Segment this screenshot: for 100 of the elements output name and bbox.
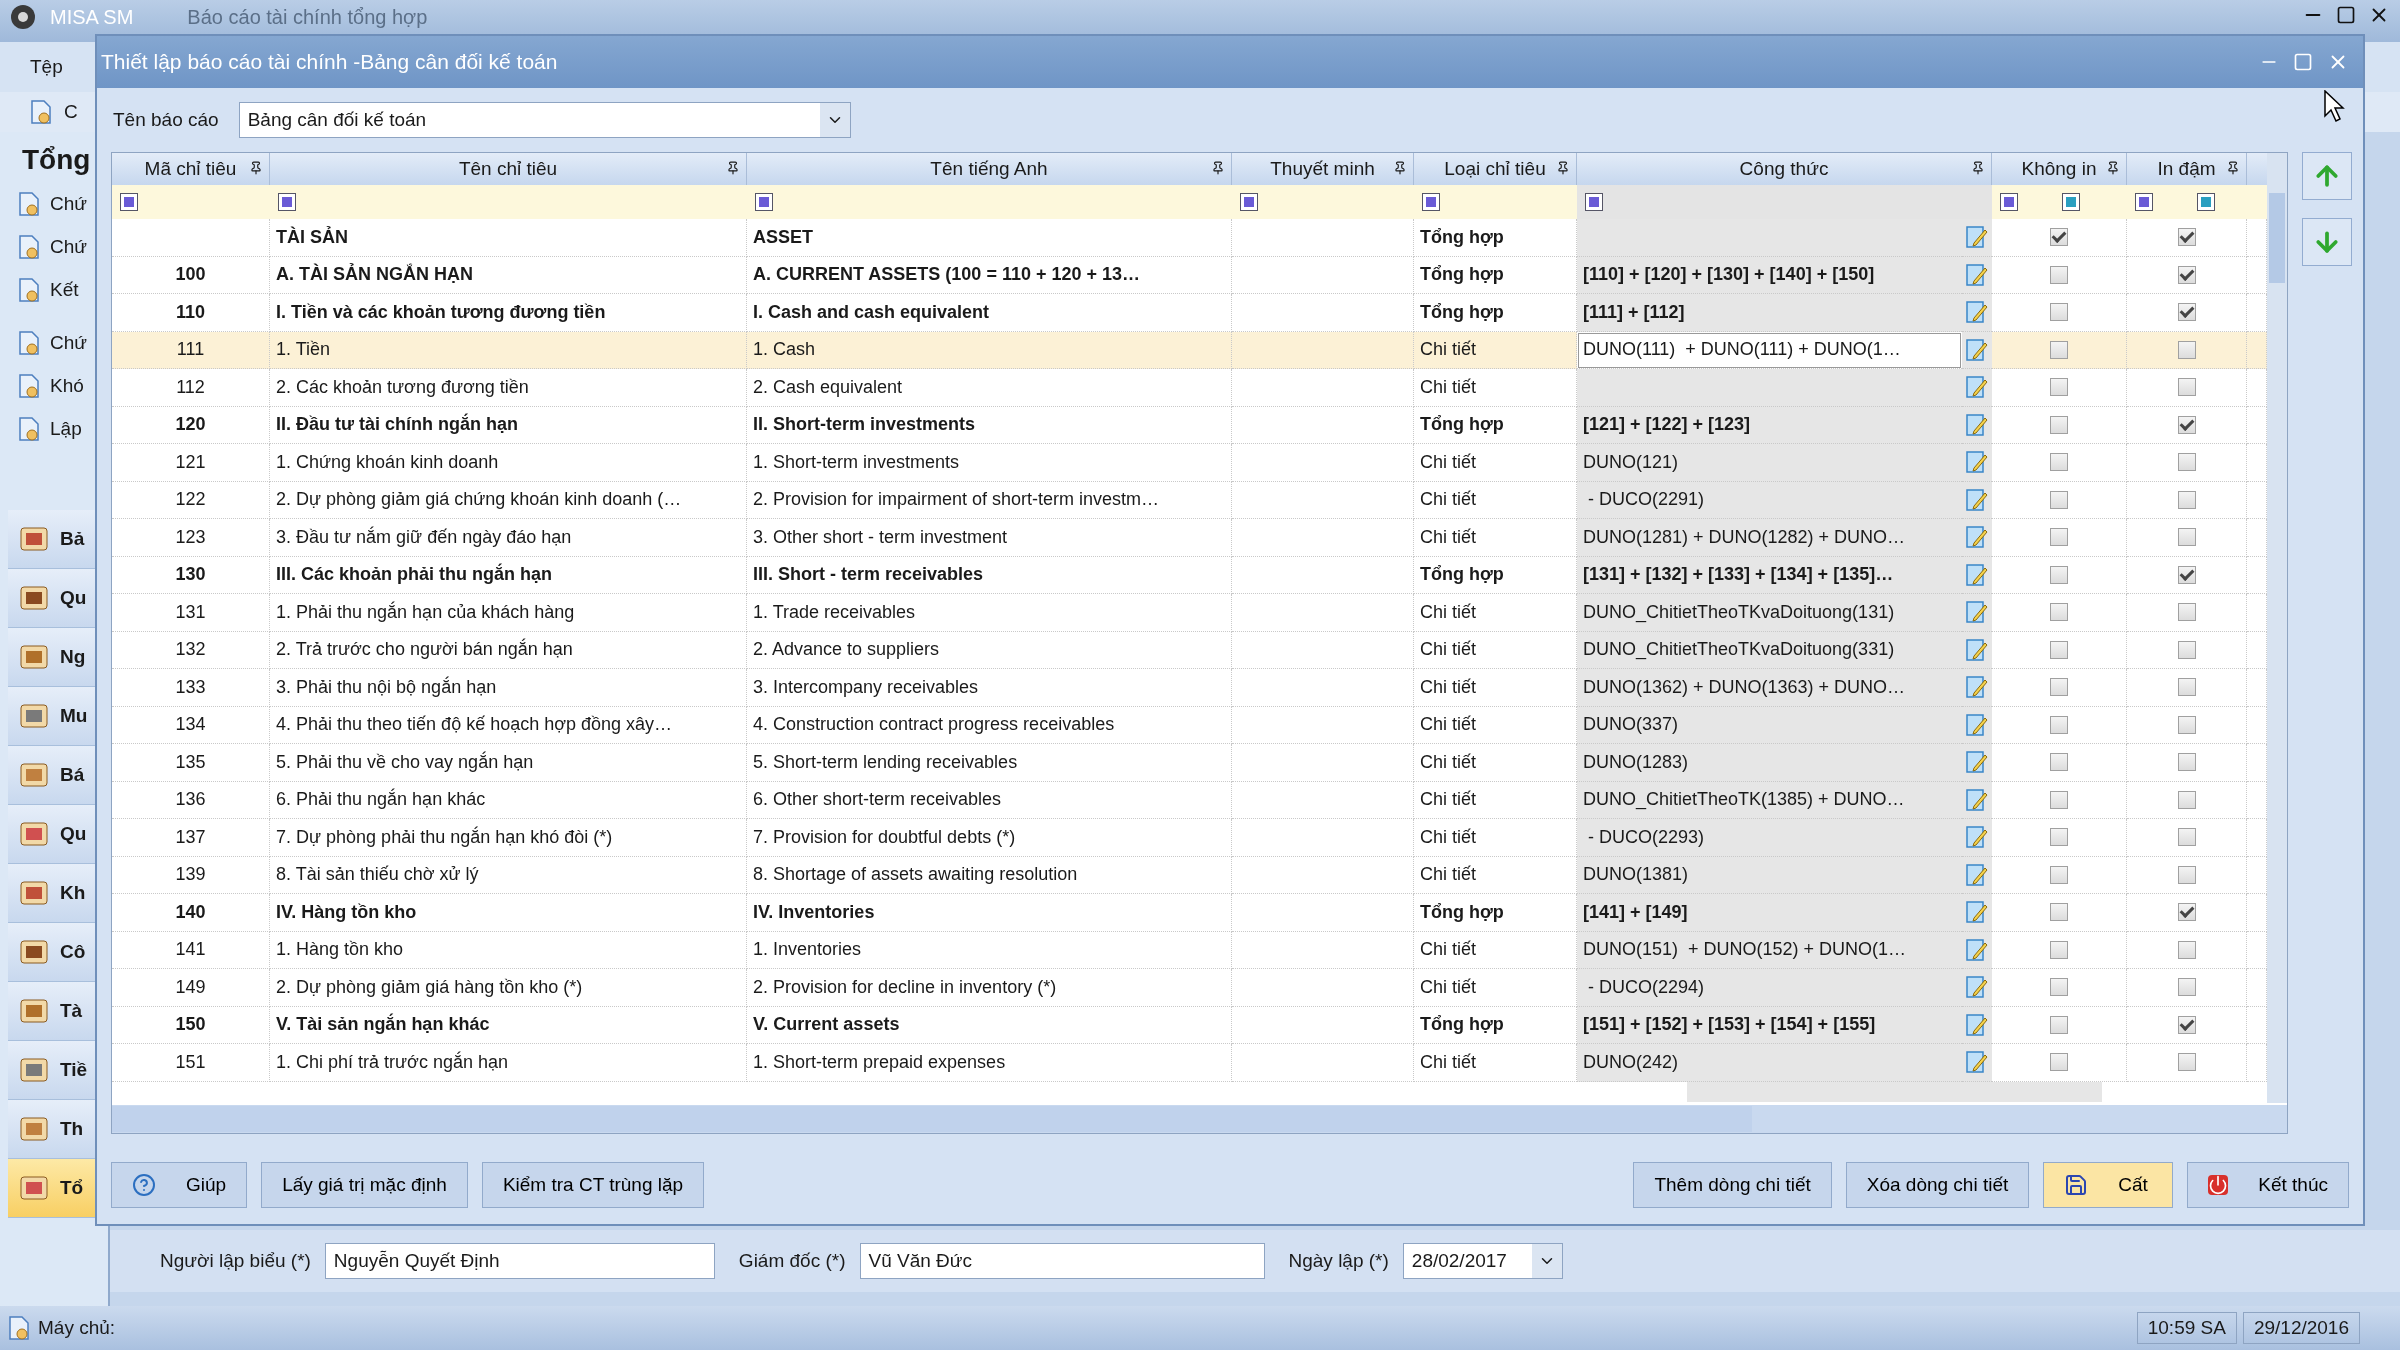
pin-icon[interactable]: [2106, 161, 2120, 175]
filter-icon[interactable]: [2135, 193, 2153, 211]
pin-icon[interactable]: [1971, 161, 1985, 175]
pin-icon[interactable]: [1393, 161, 1407, 175]
edit-icon[interactable]: [1966, 1012, 1988, 1037]
checkbox[interactable]: [2177, 828, 2196, 847]
checkbox[interactable]: [2050, 528, 2068, 547]
report-name-dropdown[interactable]: Bảng cân đối kế toán: [238, 102, 851, 138]
checkbox[interactable]: [2177, 678, 2196, 697]
checkbox[interactable]: [2177, 978, 2196, 997]
formula-cell[interactable]: DUNO_ChitietTheoTKvaDoituong(131): [1577, 594, 1962, 632]
dialog-button[interactable]: Giúp: [111, 1162, 248, 1208]
edit-icon[interactable]: [1966, 525, 1988, 550]
toolbar-label[interactable]: C: [64, 101, 78, 123]
edit-icon[interactable]: [1966, 675, 1988, 700]
dropdown-icon[interactable]: [819, 103, 850, 137]
formula-cell[interactable]: [141] + [149]: [1577, 894, 1962, 932]
checkbox[interactable]: [2177, 603, 2196, 622]
maximize-icon[interactable]: [2336, 4, 2356, 26]
pin-icon[interactable]: [1211, 161, 1225, 175]
formula-cell[interactable]: [151] + [152] + [153] + [154] + [155]: [1577, 1006, 1962, 1044]
filter-icon[interactable]: [278, 193, 296, 211]
edit-icon[interactable]: [1966, 787, 1988, 812]
edit-icon[interactable]: [1966, 412, 1988, 437]
move-down-button[interactable]: [2302, 218, 2352, 266]
checkbox[interactable]: [2050, 978, 2068, 997]
edit-icon[interactable]: [1966, 600, 1988, 625]
date-field[interactable]: 28/02/2017: [1402, 1243, 1563, 1279]
filter-icon[interactable]: [2062, 193, 2080, 211]
edit-icon[interactable]: [1966, 300, 1988, 325]
move-up-button[interactable]: [2302, 152, 2352, 200]
checkbox[interactable]: [2177, 565, 2196, 584]
pin-icon[interactable]: [249, 161, 263, 175]
formula-cell[interactable]: DUNO(151) + DUNO(152) + DUNO(1…: [1577, 931, 1962, 969]
formula-cell[interactable]: DUNO_ChitietTheoTK(1385) + DUNO…: [1577, 781, 1962, 819]
checkbox[interactable]: [2050, 678, 2068, 697]
formula-cell[interactable]: DUNO(1283): [1577, 744, 1962, 782]
menu-item[interactable]: Tệp: [30, 56, 63, 78]
checkbox[interactable]: [2050, 415, 2068, 434]
edit-icon[interactable]: [1966, 862, 1988, 887]
checkbox[interactable]: [2177, 790, 2196, 809]
checkbox[interactable]: [2050, 1053, 2068, 1072]
edit-icon[interactable]: [1966, 375, 1988, 400]
formula-cell[interactable]: - DUCO(2294): [1577, 969, 1962, 1007]
formula-cell[interactable]: DUNO_ChitietTheoTKvaDoituong(331): [1577, 631, 1962, 669]
horizontal-scrollbar[interactable]: [112, 1105, 2287, 1133]
checkbox[interactable]: [2050, 790, 2068, 809]
checkbox[interactable]: [2050, 378, 2068, 397]
sidebar-item[interactable]: Kết: [50, 278, 79, 301]
checkbox[interactable]: [2177, 940, 2196, 959]
checkbox[interactable]: [2177, 453, 2196, 472]
filter-icon[interactable]: [755, 193, 773, 211]
formula-cell[interactable]: - DUCO(2293): [1577, 819, 1962, 857]
formula-cell[interactable]: - DUCO(2291): [1577, 481, 1962, 519]
edit-icon[interactable]: [1966, 750, 1988, 775]
edit-icon[interactable]: [1966, 450, 1988, 475]
dialog-button[interactable]: Xóa dòng chi tiết: [1845, 1162, 2030, 1208]
edit-icon[interactable]: [1966, 562, 1988, 587]
sidebar-item[interactable]: Khó: [50, 374, 84, 397]
checkbox[interactable]: [2050, 228, 2068, 247]
checkbox[interactable]: [2050, 565, 2068, 584]
formula-cell[interactable]: DUNO(1381): [1577, 856, 1962, 894]
checkbox[interactable]: [2050, 490, 2068, 509]
checkbox[interactable]: [2177, 490, 2196, 509]
edit-icon[interactable]: [1966, 937, 1988, 962]
filter-icon[interactable]: [1240, 193, 1258, 211]
edit-icon[interactable]: [1966, 1050, 1988, 1075]
formula-cell[interactable]: DUNO(121): [1577, 444, 1962, 482]
checkbox[interactable]: [2050, 715, 2068, 734]
formula-cell[interactable]: DUNO(1362) + DUNO(1363) + DUNO…: [1577, 669, 1962, 707]
edit-icon[interactable]: [1966, 825, 1988, 850]
checkbox[interactable]: [2177, 865, 2196, 884]
checkbox[interactable]: [2177, 265, 2196, 284]
checkbox[interactable]: [2050, 903, 2068, 922]
checkbox[interactable]: [2177, 1053, 2196, 1072]
sidebar-item[interactable]: Chứ: [50, 235, 87, 258]
checkbox[interactable]: [2177, 528, 2196, 547]
sidebar-item[interactable]: Chứ: [50, 192, 87, 215]
checkbox[interactable]: [2177, 228, 2196, 247]
edit-icon[interactable]: [1966, 487, 1988, 512]
edit-icon[interactable]: [1966, 712, 1988, 737]
edit-icon[interactable]: [1966, 337, 1988, 362]
checkbox[interactable]: [2177, 303, 2196, 322]
input-field[interactable]: Nguyễn Quyết Định: [324, 1243, 715, 1279]
formula-cell[interactable]: [110] + [120] + [130] + [140] + [150]: [1577, 256, 1962, 294]
sidebar-item[interactable]: Lập: [50, 417, 82, 440]
input-field[interactable]: Vũ Văn Đức: [859, 1243, 1265, 1279]
checkbox[interactable]: [2050, 453, 2068, 472]
dialog-button[interactable]: Kết thúc: [2187, 1162, 2349, 1208]
checkbox[interactable]: [2050, 940, 2068, 959]
edit-icon[interactable]: [1966, 900, 1988, 925]
formula-cell[interactable]: [111] + [112]: [1577, 294, 1962, 332]
dialog-button[interactable]: Kiểm tra CT trùng lặp: [481, 1162, 705, 1208]
dialog-button[interactable]: Lấy giá trị mặc định: [261, 1162, 468, 1208]
pin-icon[interactable]: [726, 161, 740, 175]
filter-icon[interactable]: [1422, 193, 1440, 211]
edit-icon[interactable]: [1966, 225, 1988, 250]
checkbox[interactable]: [2050, 753, 2068, 772]
formula-cell[interactable]: [1577, 369, 1962, 407]
filter-icon[interactable]: [120, 193, 138, 211]
